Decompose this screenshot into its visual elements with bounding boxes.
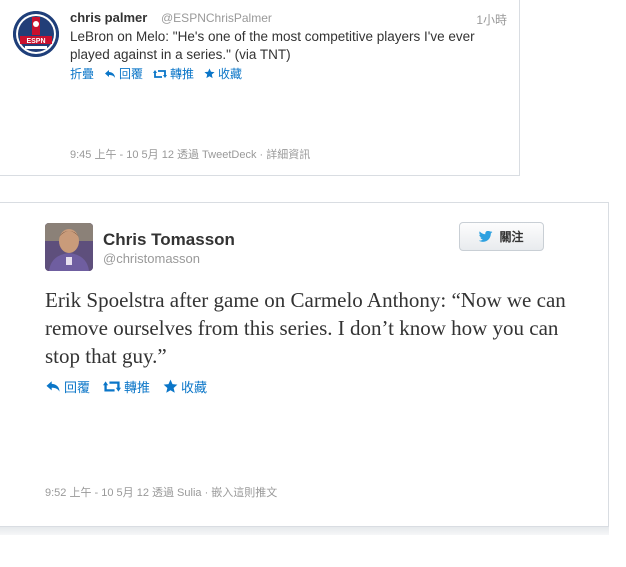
retweet-label: 轉推	[170, 67, 195, 81]
author-handle[interactable]: @christomasson	[103, 251, 200, 266]
collapse-label: 折疊	[70, 67, 95, 81]
espn-logo-icon: ESPN	[13, 11, 59, 57]
avatar-chris-tomasson[interactable]	[45, 223, 93, 271]
reply-label: 回覆	[64, 380, 91, 395]
tweet-actions: 折疊 回覆 轉推 收藏	[70, 65, 242, 82]
retweet-icon	[153, 69, 168, 78]
author-handle[interactable]: @ESPNChrisPalmer	[161, 11, 272, 25]
favorite-button[interactable]: 收藏	[204, 65, 242, 82]
star-icon	[163, 379, 178, 393]
retweet-button[interactable]: 轉推	[103, 377, 150, 396]
tweet-text: Erik Spoelstra after game on Carmelo Ant…	[45, 288, 566, 368]
avatar-espn[interactable]: ESPN	[13, 11, 59, 57]
reply-icon	[46, 381, 60, 392]
tweet-meta[interactable]: 9:52 上午 - 10 5月 12 透過 Sulia · 嵌入這則推文	[45, 484, 277, 500]
svg-text:ESPN: ESPN	[26, 38, 45, 45]
profile-photo-icon	[45, 223, 93, 271]
favorite-button[interactable]: 收藏	[163, 377, 207, 396]
twitter-bird-icon	[479, 230, 493, 242]
tweet-actions: 回覆 轉推 收藏	[45, 377, 207, 396]
reply-button[interactable]: 回覆	[104, 65, 143, 82]
follow-button[interactable]: 關注	[459, 222, 544, 251]
tweet-card-1: ESPN chris palmer @ESPNChrisPalmer 1小時 L…	[0, 0, 520, 176]
author-name[interactable]: chris palmer	[70, 10, 147, 25]
tweet-card-2: Chris Tomasson @christomasson 關注 Erik Sp…	[0, 202, 609, 535]
favorite-label: 收藏	[218, 67, 243, 81]
star-icon	[204, 68, 215, 79]
tweet-meta[interactable]: 9:45 上午 - 10 5月 12 透過 TweetDeck · 詳細資訊	[70, 146, 310, 162]
tweet-text: LeBron on Melo: "He's one of the most co…	[70, 29, 475, 62]
reply-icon	[105, 69, 116, 78]
reply-label: 回覆	[119, 67, 144, 81]
card-bottom-shadow	[0, 527, 609, 535]
author-name[interactable]: Chris Tomasson	[103, 230, 235, 250]
follow-label: 關注	[499, 230, 524, 244]
retweet-label: 轉推	[124, 380, 151, 395]
collapse-button[interactable]: 折疊	[70, 65, 94, 82]
tweet-time[interactable]: 1小時	[476, 11, 507, 28]
retweet-button[interactable]: 轉推	[153, 65, 194, 82]
favorite-label: 收藏	[181, 380, 208, 395]
retweet-icon	[103, 381, 122, 392]
reply-button[interactable]: 回覆	[45, 377, 90, 396]
